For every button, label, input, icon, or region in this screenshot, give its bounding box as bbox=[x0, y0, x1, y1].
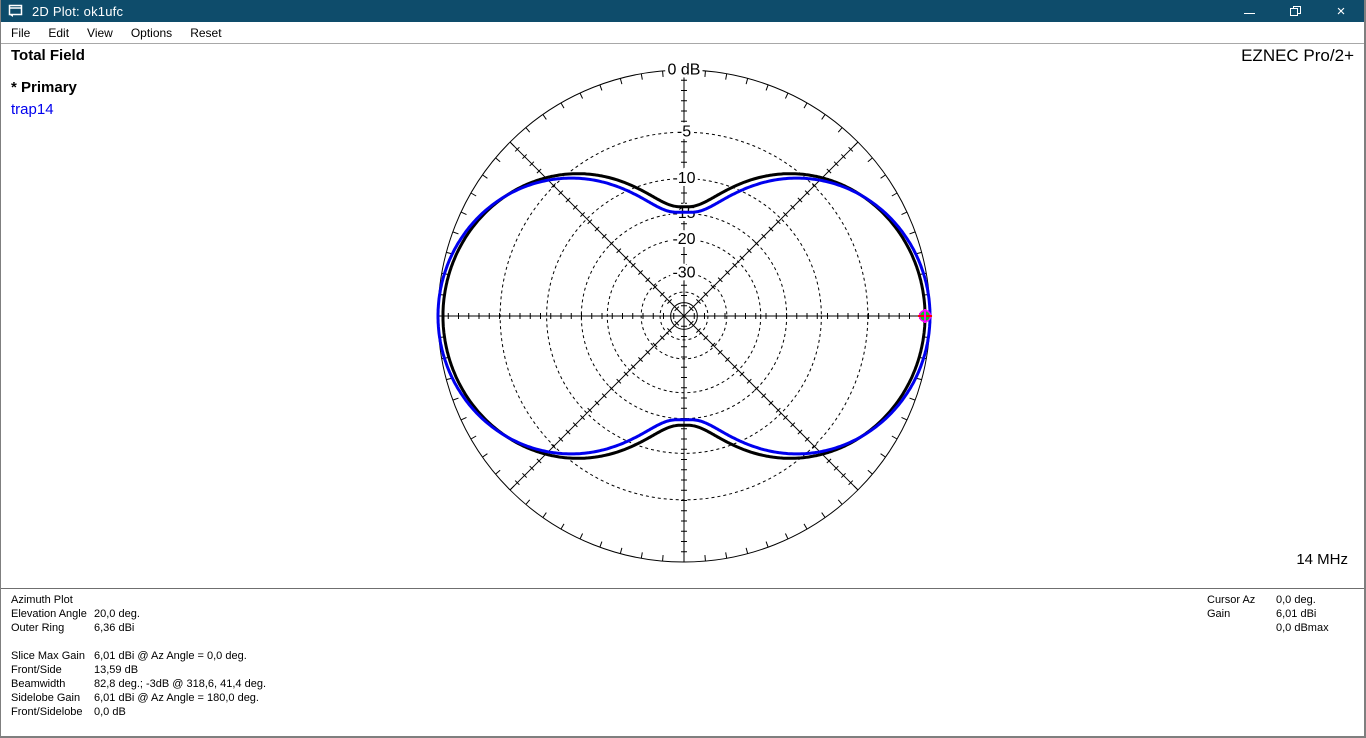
menu-view[interactable]: View bbox=[85, 24, 115, 42]
status-label: Front/Sidelobe bbox=[11, 705, 94, 719]
polar-plot[interactable]: 0 dB-5-10-15-20-30 bbox=[1, 44, 1366, 588]
status-label: Elevation Angle bbox=[11, 607, 94, 621]
status-left-block: Azimuth Plot Elevation Angle20,0 deg. Ou… bbox=[11, 593, 266, 719]
field-type-label: Total Field bbox=[11, 47, 85, 64]
polar-grid: 0 dB-5-10-15-20-30 bbox=[438, 62, 930, 563]
status-value: 20,0 deg. bbox=[94, 607, 140, 621]
status-label: Beamwidth bbox=[11, 677, 94, 691]
menu-file[interactable]: File bbox=[9, 24, 32, 42]
status-panel: Azimuth Plot Elevation Angle20,0 deg. Ou… bbox=[1, 590, 1364, 736]
status-label: Slice Max Gain bbox=[11, 649, 94, 663]
status-label: Cursor Az bbox=[1207, 593, 1276, 607]
status-label: Gain bbox=[1207, 607, 1276, 621]
menu-options[interactable]: Options bbox=[129, 24, 174, 42]
status-label: Azimuth Plot bbox=[11, 593, 94, 607]
status-label: Outer Ring bbox=[11, 621, 94, 635]
frequency-label: 14 MHz bbox=[1296, 551, 1348, 568]
close-icon: × bbox=[1337, 4, 1346, 19]
db-ring-label: -10 bbox=[672, 170, 695, 187]
app-brand-label: EZNEC Pro/2+ bbox=[1241, 46, 1354, 66]
menu-edit[interactable]: Edit bbox=[46, 24, 71, 42]
status-label: Front/Side bbox=[11, 663, 94, 677]
status-value: 13,59 dB bbox=[94, 663, 138, 677]
titlebar[interactable]: 2D Plot: ok1ufc × bbox=[1, 0, 1364, 22]
status-value: 82,8 deg.; -3dB @ 318,6, 41,4 deg. bbox=[94, 677, 266, 691]
plot-area: 0 dB-5-10-15-20-30 Total Field * Primary… bbox=[1, 44, 1364, 588]
status-value: 6,01 dBi @ Az Angle = 0,0 deg. bbox=[94, 649, 247, 663]
status-label bbox=[11, 635, 94, 649]
db-ring-label: 0 dB bbox=[668, 62, 701, 79]
status-value: 0,0 dB bbox=[94, 705, 126, 719]
status-label: Sidelobe Gain bbox=[11, 691, 94, 705]
primary-trace-label: * Primary bbox=[11, 79, 77, 96]
db-ring-label: -5 bbox=[677, 124, 691, 141]
status-value: 0,0 dBmax bbox=[1276, 621, 1329, 635]
status-value: 0,0 deg. bbox=[1276, 593, 1316, 607]
restore-icon bbox=[1290, 6, 1301, 16]
window-title: 2D Plot: ok1ufc bbox=[32, 4, 123, 19]
db-ring-label: -30 bbox=[672, 265, 695, 282]
restore-button[interactable] bbox=[1272, 0, 1318, 22]
db-ring-label: -20 bbox=[672, 231, 695, 248]
status-value: 6,36 dBi bbox=[94, 621, 134, 635]
trace-name-label: trap14 bbox=[11, 101, 54, 118]
menubar: File Edit View Options Reset bbox=[1, 22, 1364, 44]
status-label bbox=[1207, 621, 1276, 635]
status-right-block: Cursor Az0,0 deg. Gain6,01 dBi 0,0 dBmax bbox=[1207, 593, 1329, 635]
plot-window: 2D Plot: ok1ufc × File Edit View Options… bbox=[0, 0, 1366, 738]
status-value: 6,01 dBi bbox=[1276, 607, 1316, 621]
status-value: 6,01 dBi @ Az Angle = 180,0 deg. bbox=[94, 691, 259, 705]
minimize-icon bbox=[1244, 13, 1255, 14]
window-form-icon bbox=[8, 4, 24, 18]
close-button[interactable]: × bbox=[1318, 0, 1364, 22]
menu-reset[interactable]: Reset bbox=[188, 24, 223, 42]
minimize-button[interactable] bbox=[1226, 0, 1272, 22]
